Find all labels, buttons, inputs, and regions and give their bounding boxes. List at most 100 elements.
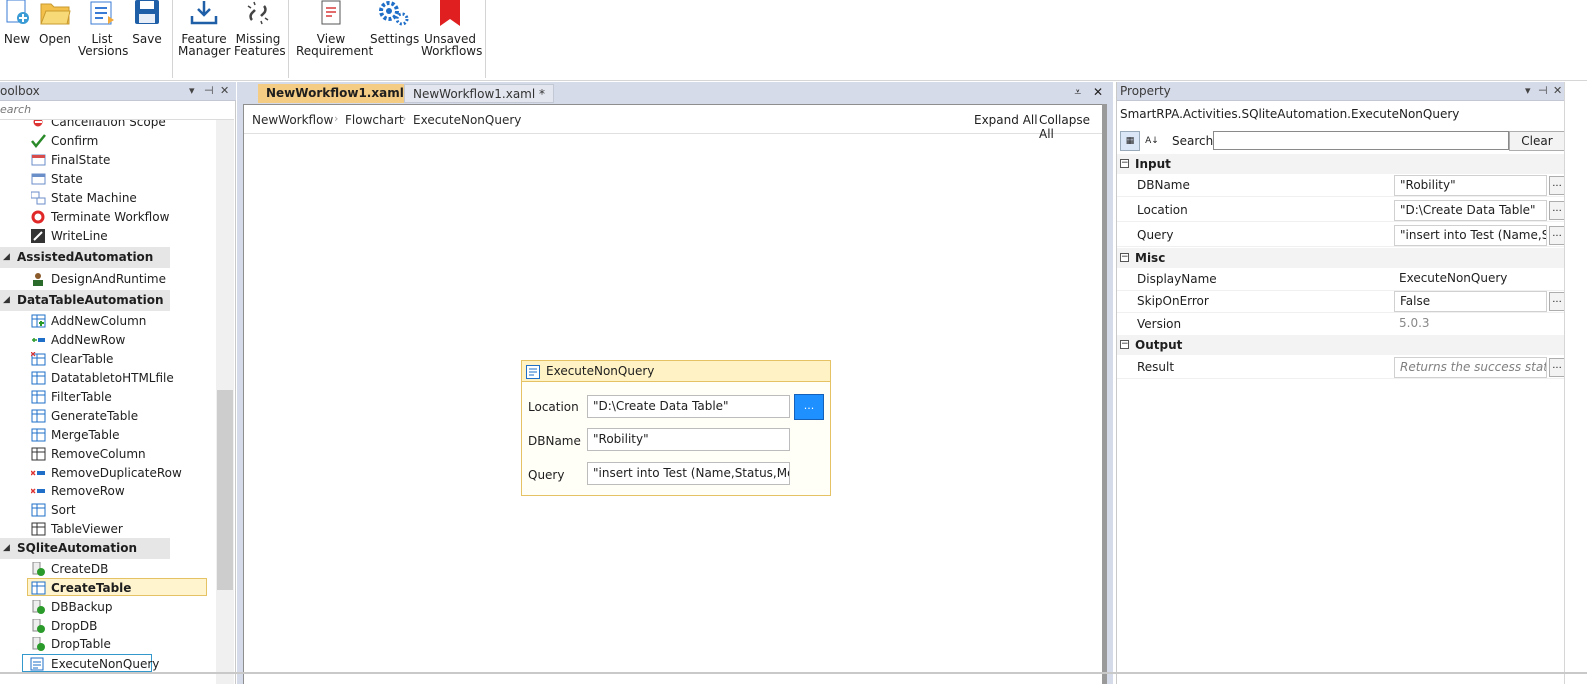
collapse-icon[interactable]: −: [1120, 159, 1129, 168]
red-bookmark-icon: [440, 0, 460, 26]
new-button[interactable]: New: [2, 0, 32, 62]
property-category-input[interactable]: − Input: [1117, 154, 1565, 174]
property-value-result[interactable]: Returns the success state of: [1394, 357, 1547, 378]
sort-alpha-icon[interactable]: A↓: [1142, 131, 1162, 151]
collapse-all-button[interactable]: Collapse All: [1039, 113, 1106, 141]
row-remove-icon: [31, 488, 45, 494]
window-bottom-border: [0, 672, 1587, 674]
toolbox-scrollbar[interactable]: [216, 120, 234, 684]
property-category-misc[interactable]: − Misc: [1117, 248, 1565, 268]
save-button[interactable]: Save: [131, 0, 163, 62]
executenonquery-activity[interactable]: ExecuteNonQuery Location "D:\Create Data…: [521, 360, 831, 496]
breadcrumb: NewWorkflow › Flowchart › ExecuteNonQuer…: [244, 105, 1106, 141]
collapse-icon[interactable]: −: [1120, 253, 1129, 262]
categorize-icon[interactable]: ▦: [1120, 131, 1140, 151]
breadcrumb-newworkflow[interactable]: NewWorkflow: [252, 113, 333, 127]
category-label: SQliteAutomation: [17, 541, 137, 555]
designer-window-buttons: ⩡ ✕: [1074, 85, 1103, 100]
missing-features-label: Missing Features: [234, 32, 286, 58]
ellipsis-button[interactable]: ...: [1549, 226, 1565, 245]
breadcrumb-flowchart[interactable]: Flowchart: [345, 113, 404, 127]
gears-icon: [379, 1, 409, 26]
dropdown-arrow-icon[interactable]: ▾: [189, 84, 195, 97]
toolbox-item-label: RemoveDuplicateRow: [51, 466, 182, 480]
table-merge-icon: [31, 428, 46, 442]
missing-features-button[interactable]: Missing Features: [234, 0, 286, 62]
column-remove-icon: [31, 447, 46, 461]
new-icon: [6, 0, 29, 24]
property-name: Version: [1137, 317, 1182, 331]
table-filter-icon: [31, 390, 46, 404]
browse-button[interactable]: ...: [794, 394, 824, 420]
tab-newworkflow1[interactable]: NewWorkflow1.xaml *: [404, 84, 555, 103]
final-state-icon: [31, 154, 46, 166]
toolbox-item-createtable[interactable]: CreateTable: [27, 578, 207, 596]
property-value-version: 5.0.3: [1399, 316, 1430, 330]
property-row-result: Result Returns the success state of ...: [1117, 356, 1565, 379]
close-icon[interactable]: ✕: [220, 84, 229, 97]
list-versions-label: List Versions: [78, 32, 129, 58]
toolbox-item-label: DatatabletoHTMLfile: [51, 371, 174, 385]
unsaved-workflows-button[interactable]: Unsaved Workflows: [421, 0, 482, 62]
toolbox-category-datatableautomation[interactable]: ◢ DataTableAutomation: [0, 290, 170, 311]
collapse-arrow-icon: ◢: [3, 295, 10, 305]
toolbox-item-label: RemoveRow: [51, 484, 125, 498]
list-versions-button[interactable]: List Versions: [78, 0, 129, 62]
table-html-icon: [31, 371, 46, 385]
view-requirement-button[interactable]: View Requirement: [296, 0, 373, 62]
property-value-location[interactable]: "D:\Create Data Table": [1394, 200, 1547, 221]
location-field[interactable]: "D:\Create Data Table": [587, 395, 790, 418]
toolbox-category-assistedautomation[interactable]: ◢ AssistedAutomation: [0, 247, 170, 268]
settings-button[interactable]: Settings: [370, 0, 419, 62]
property-name: Result: [1137, 360, 1175, 374]
pin-icon[interactable]: ⊣: [1538, 84, 1548, 97]
dropdown-arrow-icon[interactable]: ▾: [1525, 84, 1531, 97]
property-row-skiponerror: SkipOnError False ...: [1117, 290, 1565, 313]
toolbox-item-executenonquery[interactable]: ExecuteNonQuery: [22, 654, 159, 672]
property-value-skiponerror[interactable]: False: [1394, 291, 1547, 312]
workflow-designer: NewWorkflow1.xaml * NewWorkflow1.xaml * …: [237, 82, 1113, 684]
dropdown-arrow-icon[interactable]: ⩡: [1074, 85, 1081, 99]
new-label: New: [3, 32, 31, 46]
row-remove-icon: [31, 470, 45, 476]
tab-newworkflow1-active[interactable]: NewWorkflow1.xaml *: [258, 84, 423, 103]
table-add-icon: [31, 314, 46, 328]
feature-manager-button[interactable]: Feature Manager: [178, 0, 231, 62]
query-icon: [30, 657, 44, 671]
dbname-field[interactable]: "Robility": [587, 428, 790, 451]
pin-icon[interactable]: ⊣: [204, 84, 214, 97]
expand-all-button[interactable]: Expand All: [974, 113, 1038, 127]
property-row-version: Version 5.0.3: [1117, 313, 1565, 336]
breadcrumb-executenonquery[interactable]: ExecuteNonQuery: [413, 113, 521, 127]
ellipsis-button[interactable]: ...: [1549, 292, 1565, 311]
state-icon: [31, 173, 46, 185]
ellipsis-button[interactable]: ...: [1549, 358, 1565, 377]
property-value-displayname[interactable]: ExecuteNonQuery: [1394, 269, 1547, 290]
property-name: DBName: [1137, 178, 1190, 192]
property-title: Property: [1120, 84, 1171, 98]
db-drop-icon: [32, 619, 45, 633]
property-category-output[interactable]: − Output: [1117, 335, 1565, 355]
toolbox-item-label: ClearTable: [51, 352, 114, 366]
scrollbar-thumb[interactable]: [217, 390, 233, 590]
ellipsis-button[interactable]: ...: [1549, 201, 1565, 220]
property-value-query[interactable]: "insert into Test (Name,Stat: [1394, 225, 1547, 246]
query-field[interactable]: "insert into Test (Name,Status,Mobile: [587, 462, 790, 485]
toolbox-search-input[interactable]: earch: [0, 102, 234, 120]
db-create-icon: [32, 562, 45, 576]
close-icon[interactable]: ✕: [1553, 84, 1562, 97]
ellipsis-button[interactable]: ...: [1549, 176, 1565, 195]
toolbox-category-sqliteautomation[interactable]: ◢ SQliteAutomation: [0, 538, 170, 559]
collapse-icon[interactable]: −: [1120, 340, 1129, 349]
checkmark-icon: [31, 134, 46, 148]
property-value-dbname[interactable]: "Robility": [1394, 175, 1547, 196]
table-create-icon: [31, 581, 46, 595]
open-button[interactable]: Open: [38, 0, 72, 62]
table-drop-icon: [32, 637, 45, 651]
property-row-displayname: DisplayName ExecuteNonQuery: [1117, 268, 1565, 291]
property-search-input[interactable]: [1213, 131, 1509, 150]
toolbox-item-label: TableViewer: [51, 522, 123, 536]
clear-button[interactable]: Clear: [1509, 131, 1565, 151]
close-icon[interactable]: ✕: [1093, 85, 1103, 99]
flowchart-canvas[interactable]: NewWorkflow › Flowchart › ExecuteNonQuer…: [243, 104, 1107, 684]
